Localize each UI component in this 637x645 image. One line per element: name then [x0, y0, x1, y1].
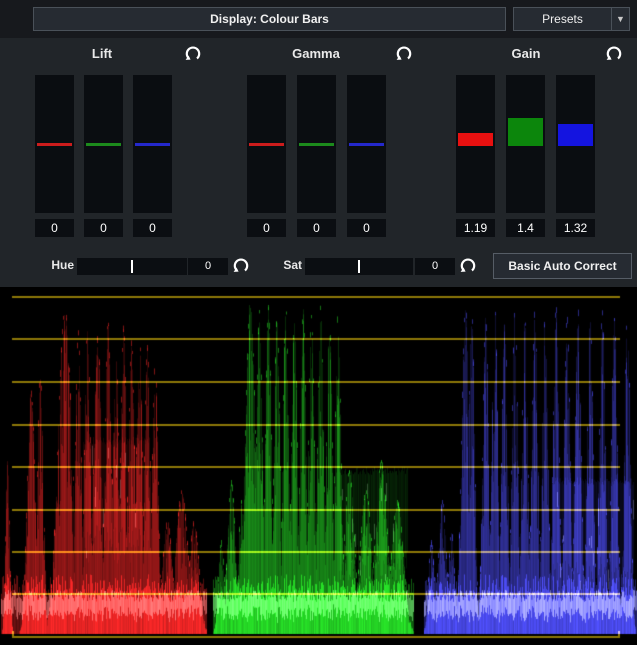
- gain-blue-value[interactable]: 1.32: [556, 219, 595, 237]
- gamma-green-value[interactable]: 0: [297, 219, 336, 237]
- display-source-button[interactable]: Display: Colour Bars: [33, 7, 506, 31]
- chevron-down-icon[interactable]: ▼: [611, 8, 629, 30]
- lift-blue-slider[interactable]: [133, 75, 172, 213]
- gamma-blue-slider[interactable]: [347, 75, 386, 213]
- lift-green-value[interactable]: 0: [84, 219, 123, 237]
- gain-reset-icon[interactable]: [605, 44, 623, 62]
- gain-red-value[interactable]: 1.19: [456, 219, 495, 237]
- lift-red-slider[interactable]: [35, 75, 74, 213]
- colour-correction-panel: Display: Colour Bars Presets ▼ Lift Gamm…: [0, 0, 637, 645]
- gain-green-handle[interactable]: [508, 118, 543, 146]
- gamma-blue-handle[interactable]: [349, 143, 384, 146]
- gain-red-handle[interactable]: [458, 133, 493, 146]
- hue-label: Hue: [40, 258, 74, 274]
- sat-reset-icon[interactable]: [459, 256, 477, 274]
- lift-red-handle[interactable]: [37, 143, 72, 146]
- gamma-blue-value[interactable]: 0: [347, 219, 386, 237]
- gain-red-slider[interactable]: [456, 75, 495, 213]
- gamma-red-handle[interactable]: [249, 143, 284, 146]
- gamma-red-slider[interactable]: [247, 75, 286, 213]
- hue-value[interactable]: 0: [188, 258, 228, 275]
- controls-panel: Display: Colour Bars Presets ▼ Lift Gamm…: [0, 0, 637, 287]
- presets-button[interactable]: Presets ▼: [513, 7, 630, 31]
- basic-auto-correct-button[interactable]: Basic Auto Correct: [493, 253, 632, 279]
- presets-button-label[interactable]: Presets: [514, 8, 611, 30]
- lift-blue-value[interactable]: 0: [133, 219, 172, 237]
- lift-red-value[interactable]: 0: [35, 219, 74, 237]
- gain-blue-handle[interactable]: [558, 124, 593, 146]
- gain-section-label: Gain: [476, 46, 576, 62]
- gain-green-slider[interactable]: [506, 75, 545, 213]
- sat-slider[interactable]: [305, 258, 413, 275]
- waveform-canvas: [0, 287, 637, 645]
- gamma-green-slider[interactable]: [297, 75, 336, 213]
- lift-section-label: Lift: [52, 46, 152, 62]
- sat-label: Sat: [272, 258, 302, 274]
- hue-slider[interactable]: [77, 258, 187, 275]
- hue-reset-icon[interactable]: [232, 256, 250, 274]
- lift-green-handle[interactable]: [86, 143, 121, 146]
- gamma-red-value[interactable]: 0: [247, 219, 286, 237]
- lift-reset-icon[interactable]: [184, 44, 202, 62]
- gamma-reset-icon[interactable]: [395, 44, 413, 62]
- top-bar: Display: Colour Bars Presets ▼: [0, 0, 637, 38]
- lift-blue-handle[interactable]: [135, 143, 170, 146]
- gain-green-value[interactable]: 1.4: [506, 219, 545, 237]
- gain-blue-slider[interactable]: [556, 75, 595, 213]
- lift-green-slider[interactable]: [84, 75, 123, 213]
- sat-slider-handle[interactable]: [358, 260, 360, 273]
- gamma-green-handle[interactable]: [299, 143, 334, 146]
- sat-value[interactable]: 0: [415, 258, 455, 275]
- gamma-section-label: Gamma: [266, 46, 366, 62]
- hue-slider-handle[interactable]: [131, 260, 133, 273]
